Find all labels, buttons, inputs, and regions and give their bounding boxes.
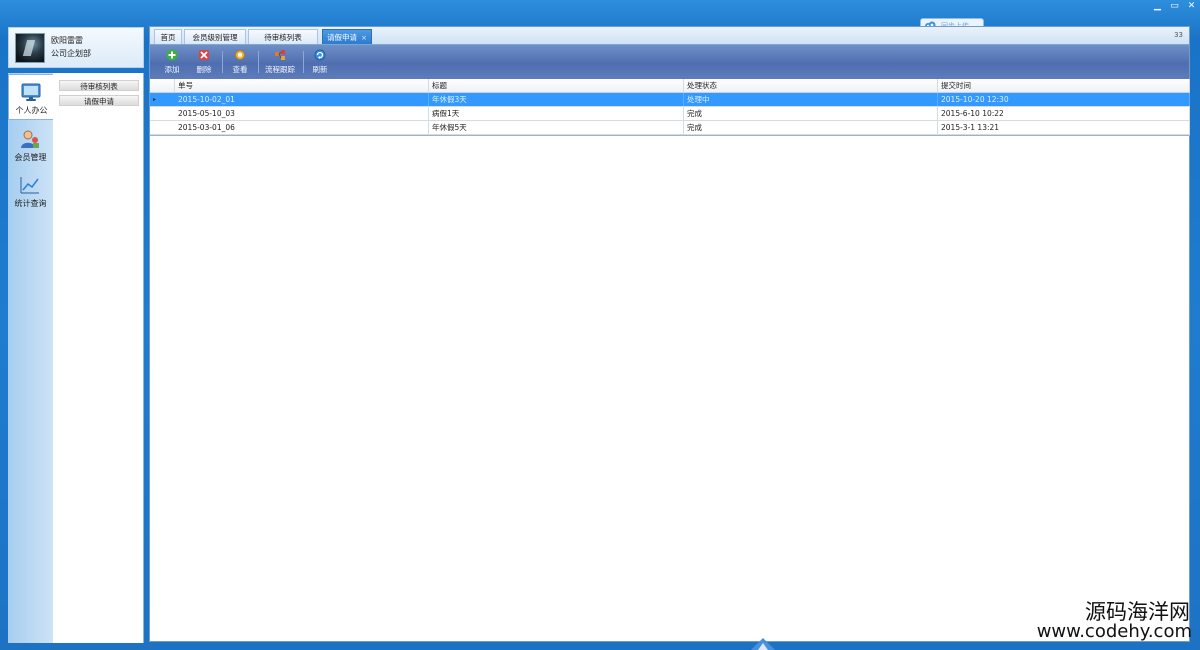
line-chart-icon [20, 177, 39, 194]
tab-leave-request[interactable]: 请假申请 × [322, 29, 372, 44]
table-row[interactable]: ▸ 2015-10-02_01 年休假3天 处理中 2015-10-20 12:… [150, 93, 1190, 107]
column-header-status[interactable]: 处理状态 [684, 79, 938, 92]
workflow-button[interactable]: 流程跟踪 [263, 49, 297, 77]
cell-id[interactable]: 2015-03-01_06 [175, 121, 429, 134]
cell-status[interactable]: 完成 [684, 121, 938, 134]
cell-title[interactable]: 年休假5天 [429, 121, 684, 134]
grid-row-indicator-header [150, 79, 175, 92]
cell-status[interactable]: 处理中 [684, 93, 938, 106]
grid-bottom-border [150, 135, 1190, 136]
main-panel: 首页 会员级别管理 待审核列表 请假申请 × 33 添加 删除 查看 流程跟踪 … [149, 26, 1190, 642]
table-row[interactable]: 2015-05-10_03 病假1天 完成 2015-6-10 10:22 [150, 107, 1190, 121]
delete-button[interactable]: 删除 [194, 49, 214, 77]
add-button[interactable]: 添加 [162, 49, 182, 77]
refresh-icon [314, 49, 326, 61]
sub-nav: 待审核列表 请假申请 [53, 73, 144, 643]
view-icon [235, 50, 245, 60]
tab-label: 请假申请 [327, 33, 358, 42]
toolbar: 添加 删除 查看 流程跟踪 刷新 [150, 45, 1189, 79]
nav-item-statistics[interactable]: 统计查询 [8, 168, 53, 214]
nav-label: 统计查询 [14, 199, 47, 208]
tab-close-icon[interactable]: × [361, 34, 367, 42]
cell-title[interactable]: 年休假3天 [429, 93, 684, 106]
nav-item-personal-office[interactable]: 个人办公 [8, 74, 53, 120]
nav-label: 个人办公 [15, 106, 48, 115]
data-grid: 单号 标题 处理状态 提交时间 ▸ 2015-10-02_01 年休假3天 处理… [150, 79, 1190, 169]
window-controls: ▁ ▭ ✕ [1149, 0, 1200, 14]
table-row[interactable]: 2015-03-01_06 年休假5天 完成 2015-3-1 13:21 [150, 121, 1190, 135]
monitor-icon [21, 83, 41, 101]
grid-header: 单号 标题 处理状态 提交时间 [150, 79, 1190, 93]
tab-home[interactable]: 首页 [154, 29, 182, 44]
cell-title[interactable]: 病假1天 [429, 107, 684, 120]
cell-status[interactable]: 完成 [684, 107, 938, 120]
watermark-url: www.codehy.com [1036, 621, 1192, 642]
refresh-label: 刷新 [312, 65, 328, 74]
toolbar-separator [303, 51, 304, 73]
cell-id[interactable]: 2015-05-10_03 [175, 107, 429, 120]
minimize-button[interactable]: ▁ [1149, 0, 1166, 12]
add-label: 添加 [164, 65, 180, 74]
nav-item-member-management[interactable]: 会员管理 [8, 122, 53, 168]
workflow-icon [275, 50, 285, 60]
column-header-time[interactable]: 提交时间 [938, 79, 1190, 92]
app-logo-icon [751, 638, 775, 650]
sub-nav-item-pending-review[interactable]: 待审核列表 [59, 80, 139, 91]
sub-nav-item-leave-request[interactable]: 请假申请 [59, 95, 139, 106]
user-panel: 欧阳雷雷 公司企划部 [8, 27, 144, 68]
toolbar-separator [258, 51, 259, 73]
left-nav: 个人办公 会员管理 统计查询 [8, 73, 53, 643]
close-button[interactable]: ✕ [1183, 0, 1200, 12]
toolbar-separator [222, 51, 223, 73]
cell-time[interactable]: 2015-10-20 12:30 [938, 93, 1190, 106]
app-window: ▁ ▭ ✕ 欧阳雷雷 公司企划部 个人办公 会员管理 统计查询 待审核列表 请假… [0, 0, 1200, 650]
tab-pending-review[interactable]: 待审核列表 [248, 29, 318, 44]
user-name: 欧阳雷雷 [51, 36, 83, 45]
row-indicator-icon: ▸ [153, 96, 157, 103]
workflow-label: 流程跟踪 [265, 65, 295, 74]
delete-icon [199, 50, 209, 60]
view-label: 查看 [232, 65, 248, 74]
users-icon [21, 130, 39, 148]
user-department: 公司企划部 [51, 49, 91, 58]
avatar [15, 33, 45, 63]
column-header-title[interactable]: 标题 [429, 79, 684, 92]
nav-label: 会员管理 [14, 153, 47, 162]
tab-member-level[interactable]: 会员级别管理 [184, 29, 246, 44]
tab-bar-number: 33 [1174, 31, 1183, 39]
maximize-button[interactable]: ▭ [1166, 0, 1183, 12]
delete-label: 删除 [196, 65, 212, 74]
cell-id[interactable]: 2015-10-02_01 [175, 93, 429, 106]
cell-time[interactable]: 2015-6-10 10:22 [938, 107, 1190, 120]
tab-bar: 首页 会员级别管理 待审核列表 请假申请 × 33 [150, 27, 1189, 45]
column-header-id[interactable]: 单号 [175, 79, 429, 92]
view-button[interactable]: 查看 [230, 49, 250, 77]
cell-time[interactable]: 2015-3-1 13:21 [938, 121, 1190, 134]
refresh-button[interactable]: 刷新 [310, 49, 330, 77]
add-icon [166, 49, 178, 61]
